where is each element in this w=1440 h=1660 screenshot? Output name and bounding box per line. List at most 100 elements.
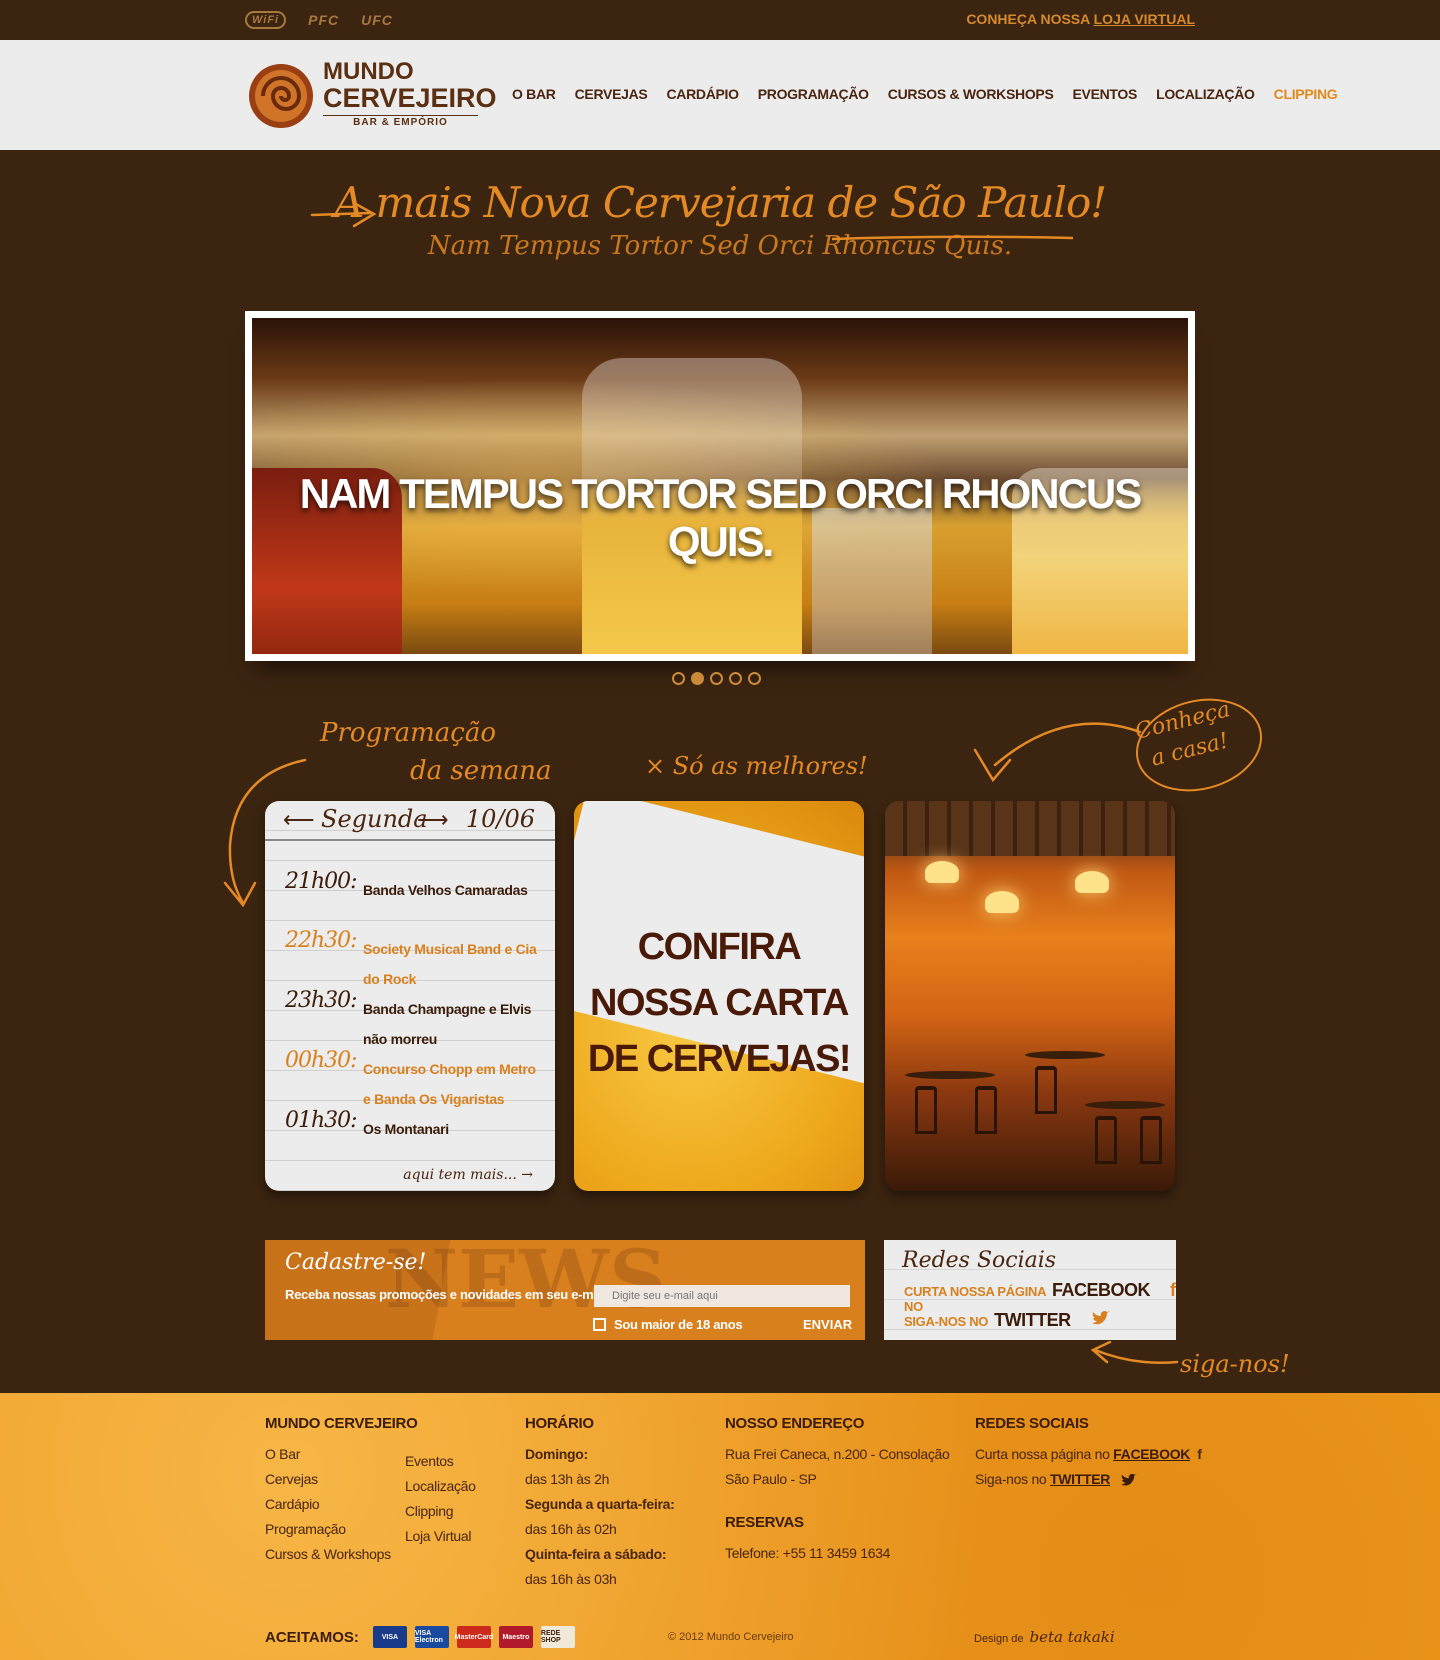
top-bar: WiFi PFC UFC CONHEÇA NOSSA LOJA VIRTUAL bbox=[0, 0, 1440, 40]
facebook-link[interactable]: CURTA NOSSA PÁGINA NO FACEBOOK f bbox=[904, 1280, 1176, 1314]
nav-programacao[interactable]: PROGRAMAÇÃO bbox=[758, 86, 869, 102]
nav-cursos-workshops[interactable]: CURSOS & WORKSHOPS bbox=[888, 86, 1054, 102]
facebook-icon: f bbox=[1170, 1280, 1176, 1300]
checkbox-box[interactable] bbox=[593, 1318, 606, 1331]
footer-menu: MUNDO CERVEJEIRO O Bar Cervejas Cardápio… bbox=[265, 1415, 418, 1567]
arrow-right-icon: → bbox=[521, 1167, 533, 1183]
hero-heading: A mais Nova Cervejaria de São Paulo! Nam… bbox=[0, 178, 1440, 261]
nav-eventos[interactable]: EVENTOS bbox=[1073, 86, 1138, 102]
schedule-day: Segunda bbox=[321, 805, 428, 833]
mastercard-icon: MasterCard bbox=[455, 1626, 493, 1648]
send-button[interactable]: ENVIAR bbox=[803, 1317, 852, 1332]
footer-fb-pre: Curta nossa página no bbox=[975, 1446, 1114, 1462]
more-label: aqui tem mais... bbox=[403, 1167, 517, 1183]
footer-link-loja-virtual[interactable]: Loja Virtual bbox=[405, 1524, 476, 1549]
slider-dot-1[interactable] bbox=[672, 672, 685, 685]
slider-dot-3[interactable] bbox=[710, 672, 723, 685]
note-siga-nos: siga-nos! bbox=[1180, 1350, 1290, 1378]
hand-drawn-arrow-icon bbox=[1090, 1340, 1179, 1365]
hours-time: das 16h às 03h bbox=[525, 1571, 617, 1587]
nav-clipping[interactable]: CLIPPING bbox=[1274, 86, 1338, 102]
phone-number: Telefone: +55 11 3459 1634 bbox=[725, 1545, 891, 1561]
nav-o-bar[interactable]: O BAR bbox=[512, 86, 556, 102]
ufc-logo: UFC bbox=[361, 12, 393, 28]
footer-twitter[interactable]: Siga-nos no TWITTER bbox=[975, 1467, 1202, 1492]
footer-link-eventos[interactable]: Eventos bbox=[405, 1449, 476, 1474]
footer-tw-pre: Siga-nos no bbox=[975, 1471, 1051, 1487]
lamp-icon bbox=[985, 891, 1019, 913]
nav-cervejas[interactable]: CERVEJAS bbox=[575, 86, 648, 102]
footer-fb-link[interactable]: FACEBOOK bbox=[1113, 1446, 1190, 1462]
newsletter-subtitle: Receba nossas promoções e novidades em s… bbox=[285, 1287, 611, 1302]
footer-link-clipping[interactable]: Clipping bbox=[405, 1499, 476, 1524]
store-link[interactable]: LOJA VIRTUAL bbox=[1094, 11, 1195, 27]
band-name: Concurso Chopp em Metro e Banda Os Vigar… bbox=[363, 1061, 536, 1107]
chair-shape bbox=[1140, 1116, 1162, 1164]
hero-title: A mais Nova Cervejaria de São Paulo! bbox=[333, 178, 1107, 227]
next-day-arrow-icon[interactable]: ⟶ bbox=[417, 807, 449, 833]
twitter-link[interactable]: SIGA-NOS NO TWITTER bbox=[904, 1310, 1111, 1331]
footer-social: REDES SOCIAIS Curta nossa página no FACE… bbox=[975, 1415, 1202, 1492]
footer-social-title: REDES SOCIAIS bbox=[975, 1415, 1089, 1432]
store-prefix: CONHEÇA NOSSA bbox=[966, 11, 1094, 27]
site-logo[interactable]: MUNDO CERVEJEIRO BAR & EMPÓRIO bbox=[245, 58, 497, 133]
beer-list-card[interactable]: CONFIRA NOSSA CARTA DE CERVEJAS! bbox=[574, 801, 864, 1191]
footer-facebook[interactable]: Curta nossa página no FACEBOOK f bbox=[975, 1442, 1202, 1467]
schedule-card: ⟵ Segunda ⟶ 10/06 21h00: Banda Velhos Ca… bbox=[265, 801, 555, 1191]
store-promo: CONHEÇA NOSSA LOJA VIRTUAL bbox=[966, 11, 1195, 27]
more-link[interactable]: aqui tem mais... → bbox=[403, 1167, 533, 1183]
social-title: Redes Sociais bbox=[902, 1248, 1057, 1273]
twitter-bird-icon bbox=[1091, 1311, 1110, 1325]
schedule-date: 10/06 bbox=[465, 805, 535, 833]
table-shape bbox=[1085, 1101, 1165, 1109]
bar-interior-photo[interactable] bbox=[885, 801, 1175, 1191]
news-bg-word: NEWS bbox=[385, 1232, 667, 1326]
slider-dot-4[interactable] bbox=[729, 672, 742, 685]
footer-hours: HORÁRIO Domingo: das 13h às 2h Segunda a… bbox=[525, 1415, 675, 1592]
footer-link-cervejas[interactable]: Cervejas bbox=[265, 1467, 417, 1492]
slider-dot-2[interactable] bbox=[691, 672, 704, 685]
hero-slider[interactable]: NAM TEMPUS TORTOR SED ORCI RHONCUS QUIS. bbox=[245, 311, 1195, 661]
visa-electron-card-icon: VISA Electron bbox=[414, 1626, 449, 1648]
design-credit[interactable]: Design de beta takaki bbox=[974, 1628, 1115, 1646]
band-name: Os Montanari bbox=[363, 1121, 449, 1137]
nav-cardapio[interactable]: CARDÁPIO bbox=[666, 86, 739, 102]
show-time: 23h30: bbox=[285, 988, 358, 1013]
wood-ceiling bbox=[885, 801, 1175, 856]
hero-subtitle: Nam Tempus Tortor Sed Orci Rhoncus Quis. bbox=[427, 231, 1013, 261]
facebook-label: FACEBOOK bbox=[1051, 1280, 1151, 1300]
chair-shape bbox=[915, 1086, 937, 1134]
footer-tw-link[interactable]: TWITTER bbox=[1050, 1471, 1110, 1487]
footer-link-cardapio[interactable]: Cardápio bbox=[265, 1492, 417, 1517]
note-programacao: Programação bbox=[320, 718, 497, 748]
band-name: Society Musical Band e Cia do Rock bbox=[363, 941, 537, 987]
email-input[interactable] bbox=[594, 1285, 850, 1307]
site-footer: MUNDO CERVEJEIRO O Bar Cervejas Cardápio… bbox=[0, 1393, 1440, 1660]
table-shape bbox=[1025, 1051, 1105, 1059]
slider-dot-5[interactable] bbox=[748, 672, 761, 685]
footer-link-programacao[interactable]: Programação bbox=[265, 1517, 417, 1542]
footer-link-o-bar[interactable]: O Bar bbox=[265, 1442, 417, 1467]
schedule-header: ⟵ Segunda ⟶ 10/06 bbox=[265, 801, 555, 841]
lamp-icon bbox=[1075, 871, 1109, 893]
pfc-logo: PFC bbox=[308, 12, 340, 28]
age-checkbox[interactable]: Sou maior de 18 anos bbox=[593, 1317, 743, 1332]
nav-localizacao[interactable]: LOCALIZAÇÃO bbox=[1156, 86, 1255, 102]
footer-link-localizacao[interactable]: Localização bbox=[405, 1474, 476, 1499]
logo-text-cervejeiro: CERVEJEIRO bbox=[323, 83, 497, 113]
credit-pre: Design de bbox=[974, 1633, 1024, 1645]
prev-day-arrow-icon[interactable]: ⟵ bbox=[283, 807, 315, 833]
curved-arrow-icon bbox=[973, 722, 1142, 783]
underline-doodle bbox=[831, 235, 1074, 241]
address-line: Rua Frei Caneca, n.200 - Consolação bbox=[725, 1446, 950, 1462]
hours-time: das 16h às 02h bbox=[525, 1521, 617, 1537]
show-time: 21h00: bbox=[285, 869, 358, 894]
site-header: MUNDO CERVEJEIRO BAR & EMPÓRIO O BAR CER… bbox=[0, 40, 1440, 150]
main-nav: O BAR CERVEJAS CARDÁPIO PROGRAMAÇÃO CURS… bbox=[512, 86, 1356, 102]
band-name: Banda Champagne e Elvis não morreu bbox=[363, 1001, 532, 1047]
footer-link-cursos[interactable]: Cursos & Workshops bbox=[265, 1542, 417, 1567]
note-da-semana: da semana bbox=[410, 756, 552, 786]
social-box: Redes Sociais CURTA NOSSA PÁGINA NO FACE… bbox=[884, 1240, 1176, 1340]
show-time: 00h30: bbox=[285, 1048, 358, 1073]
slider-dots bbox=[672, 672, 761, 685]
